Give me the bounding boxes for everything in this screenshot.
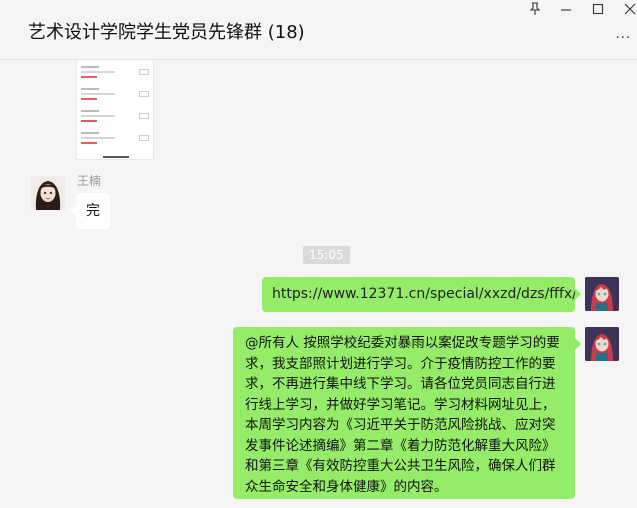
- sender-avatar[interactable]: [31, 176, 65, 210]
- pin-icon[interactable]: [529, 2, 541, 21]
- chat-title: 艺术设计学院学生党员先锋群 (18): [28, 22, 305, 43]
- timestamp: 15:05: [303, 246, 350, 264]
- self-avatar[interactable]: [585, 277, 619, 311]
- bubble-tail: [575, 288, 581, 300]
- thumbnail-row: [81, 130, 151, 152]
- text-message[interactable]: 完: [76, 193, 110, 229]
- maximize-icon[interactable]: [592, 2, 604, 21]
- more-icon[interactable]: ···: [616, 31, 631, 46]
- thumbnail-scrollbar: [103, 156, 129, 158]
- sender-name: 王楠: [77, 174, 102, 188]
- link-message[interactable]: https://www.12371.cn/special/xxzd/dzs/ff…: [262, 277, 575, 312]
- thumbnail-row: [81, 64, 151, 86]
- bubble-tail: [575, 338, 581, 350]
- minimize-icon[interactable]: [560, 2, 572, 21]
- image-message[interactable]: [76, 60, 154, 160]
- close-icon[interactable]: [624, 2, 636, 21]
- chat-header: 艺术设计学院学生党员先锋群 (18) ···: [0, 0, 637, 60]
- self-avatar[interactable]: [585, 327, 619, 361]
- thumbnail-row: [81, 108, 151, 130]
- announcement-message[interactable]: @所有人 按照学校纪委对暴雨以案促改专题学习的要求，我支部照计划进行学习。介于疫…: [233, 327, 575, 499]
- thumbnail-row: [81, 86, 151, 108]
